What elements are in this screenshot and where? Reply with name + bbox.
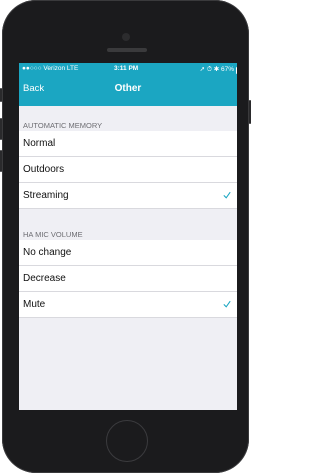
volume-up-button — [0, 118, 2, 140]
volume-down-button — [0, 150, 2, 172]
section-header: HA MIC VOLUME — [23, 230, 83, 239]
status-bar: ●●○○○ Verizon LTE 3:11 PM ➚ ⏱ ✱ 67% — [19, 63, 237, 75]
page-title: Other — [114, 83, 142, 94]
earpiece-speaker — [107, 48, 147, 52]
power-button — [249, 100, 251, 124]
status-right: ➚ ⏱ ✱ 67% — [199, 65, 237, 74]
option-label: No change — [23, 247, 72, 258]
battery-icon — [236, 67, 237, 74]
option-mute[interactable]: Mute — [19, 292, 237, 318]
option-label: Normal — [23, 138, 56, 149]
option-streaming[interactable]: Streaming — [19, 183, 237, 209]
option-label: Streaming — [23, 190, 69, 201]
option-label: Decrease — [23, 273, 66, 284]
option-normal[interactable]: Normal — [19, 131, 237, 157]
checkmark-icon — [223, 191, 231, 199]
option-label: Outdoors — [23, 164, 65, 175]
home-button[interactable] — [106, 420, 148, 462]
section-ha-mic-volume: HA MIC VOLUME No change Decrease Mute — [19, 215, 237, 318]
settings-list: AUTOMATIC MEMORY Normal Outdoors Streami… — [19, 106, 237, 324]
carrier-label: ●●○○○ Verizon LTE — [22, 65, 79, 72]
section-automatic-memory: AUTOMATIC MEMORY Normal Outdoors Streami… — [19, 106, 237, 209]
option-decrease[interactable]: Decrease — [19, 266, 237, 292]
navigation-bar: Back Other — [19, 75, 237, 106]
option-label: Mute — [23, 299, 46, 310]
phone-frame: ●●○○○ Verizon LTE 3:11 PM ➚ ⏱ ✱ 67% Back… — [0, 0, 251, 473]
clock: 3:11 PM — [114, 65, 139, 72]
status-icons: ➚ ⏱ ✱ 67% — [199, 66, 234, 73]
front-camera — [122, 33, 130, 41]
screen: ●●○○○ Verizon LTE 3:11 PM ➚ ⏱ ✱ 67% Back… — [19, 63, 237, 410]
option-no-change[interactable]: No change — [19, 240, 237, 266]
option-outdoors[interactable]: Outdoors — [19, 157, 237, 183]
mute-switch — [0, 88, 2, 102]
section-header: AUTOMATIC MEMORY — [23, 121, 103, 130]
checkmark-icon — [223, 300, 231, 308]
